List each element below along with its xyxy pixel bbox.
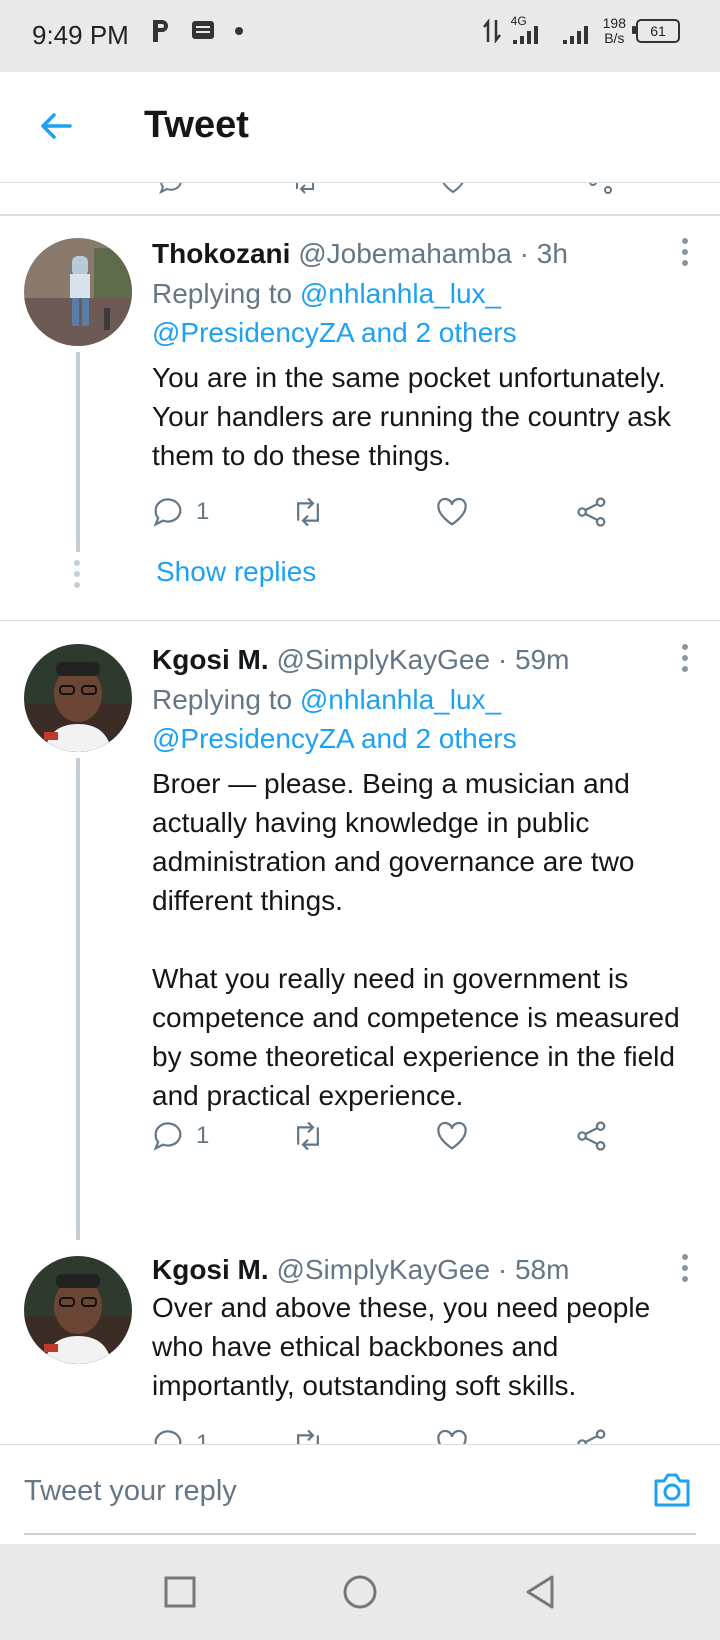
like-icon[interactable] (440, 183, 466, 195)
tweet-time: · 59m (497, 644, 570, 675)
author-name[interactable]: Kgosi M. (152, 644, 269, 675)
home-icon[interactable] (340, 1572, 380, 1612)
previous-tweet-actions (0, 183, 720, 216)
retweet-icon[interactable] (292, 183, 318, 195)
tweet[interactable]: Kgosi M. @SimplyKayGee · 58m Over and ab… (0, 1232, 720, 1444)
input-underline (24, 1533, 696, 1535)
author-name[interactable]: Kgosi M. (152, 1254, 269, 1285)
share-icon[interactable] (588, 183, 614, 195)
battery-level: 61 (650, 23, 666, 39)
reply-composer: Tweet your reply (0, 1444, 720, 1543)
tweet-actions: 1 (152, 1428, 632, 1444)
reply-icon (154, 1430, 182, 1444)
more-options-icon[interactable] (682, 1254, 690, 1284)
reply-icon (153, 498, 182, 527)
battery-icon: 61 (632, 19, 680, 43)
tweet-text: Over and above these, you need people wh… (152, 1292, 658, 1401)
back-icon[interactable] (520, 1572, 560, 1612)
recents-icon[interactable] (160, 1572, 200, 1612)
avatar[interactable] (24, 238, 132, 346)
author-handle[interactable]: @Jobemahamba (298, 238, 512, 269)
tweet[interactable]: Kgosi M. @SimplyKayGee · 59m Replying to… (0, 622, 720, 1240)
avatar[interactable] (24, 644, 132, 752)
tweet-actions: 1 (152, 496, 632, 536)
thread-ellipsis (74, 560, 82, 593)
author-handle[interactable]: @SimplyKayGee (276, 644, 490, 675)
share-button[interactable] (576, 1120, 608, 1152)
more-options-icon[interactable] (682, 238, 690, 268)
status-time: 9:49 PM (32, 20, 129, 50)
like-button[interactable] (436, 496, 468, 528)
reply-button[interactable]: 1 (152, 1120, 209, 1152)
replying-to: Replying to @nhlanhla_lux_ @PresidencyZA… (152, 684, 517, 754)
like-button[interactable] (436, 1428, 468, 1444)
thread-line (76, 352, 80, 552)
tweet-time: · 58m (497, 1254, 570, 1285)
retweet-button[interactable] (292, 1428, 324, 1444)
divider (0, 214, 720, 215)
reply-input[interactable]: Tweet your reply (24, 1475, 237, 1508)
share-icon (577, 1429, 606, 1444)
share-icon (577, 1121, 606, 1151)
mention-link[interactable]: @PresidencyZA and 2 others (152, 317, 517, 348)
reply-button[interactable]: 1 (152, 1428, 209, 1444)
retweet-icon (297, 1121, 319, 1151)
mention-link[interactable]: @nhlanhla_lux_ (300, 684, 501, 715)
network-type: 4G (510, 14, 527, 28)
page-title: Tweet (144, 104, 249, 146)
like-button[interactable] (436, 1120, 468, 1152)
reply-count: 1 (196, 1122, 210, 1149)
network-speed-unit: B/s (604, 30, 625, 46)
like-icon (437, 1121, 467, 1150)
reply-count: 1 (196, 498, 210, 525)
retweet-button[interactable] (292, 496, 324, 528)
like-icon (437, 497, 467, 526)
tweet-actions: 1 (152, 1120, 632, 1160)
tweet-time: · 3h (519, 238, 568, 269)
message-notification-icon (192, 21, 214, 39)
retweet-button[interactable] (292, 1120, 324, 1152)
reply-icon (153, 1122, 182, 1151)
more-options-icon[interactable] (682, 644, 690, 674)
share-button[interactable] (576, 496, 608, 528)
reply-count: 1 (196, 1430, 210, 1444)
divider (0, 620, 720, 621)
share-button[interactable] (576, 1428, 608, 1444)
reply-button[interactable]: 1 (152, 496, 209, 528)
retweet-icon (297, 497, 319, 527)
replying-to: Replying to @nhlanhla_lux_ @PresidencyZA… (152, 278, 517, 348)
avatar[interactable] (24, 1256, 132, 1364)
tweet-text: Broer — please. Being a musician and act… (152, 768, 680, 1111)
thread-line (76, 758, 80, 1240)
mention-link[interactable]: @PresidencyZA and 2 others (152, 723, 517, 754)
tweet[interactable]: Thokozani @Jobemahamba · 3h Replying to … (0, 216, 720, 621)
parking-app-icon (153, 20, 168, 42)
retweet-icon (297, 1429, 319, 1444)
signal-icon-2 (562, 26, 588, 44)
data-transfer-icon (482, 18, 501, 44)
share-icon (577, 497, 606, 527)
mention-link[interactable]: @nhlanhla_lux_ (300, 278, 501, 309)
status-bar: 9:49 PM 4G 198 B/s 61 (0, 0, 720, 72)
like-icon (437, 1429, 467, 1444)
system-nav-bar (0, 1544, 720, 1640)
network-speed-value: 198 (602, 15, 626, 31)
show-replies-link[interactable]: Show replies (156, 556, 316, 588)
back-arrow-icon[interactable] (36, 106, 76, 146)
camera-icon[interactable] (650, 1467, 694, 1511)
reply-icon[interactable] (158, 183, 184, 195)
author-handle[interactable]: @SimplyKayGee (276, 1254, 490, 1285)
dot-icon (235, 27, 243, 35)
app-bar: Tweet (0, 72, 720, 183)
author-name[interactable]: Thokozani (152, 238, 290, 269)
tweet-text: You are in the same pocket unfortunately… (152, 362, 679, 471)
